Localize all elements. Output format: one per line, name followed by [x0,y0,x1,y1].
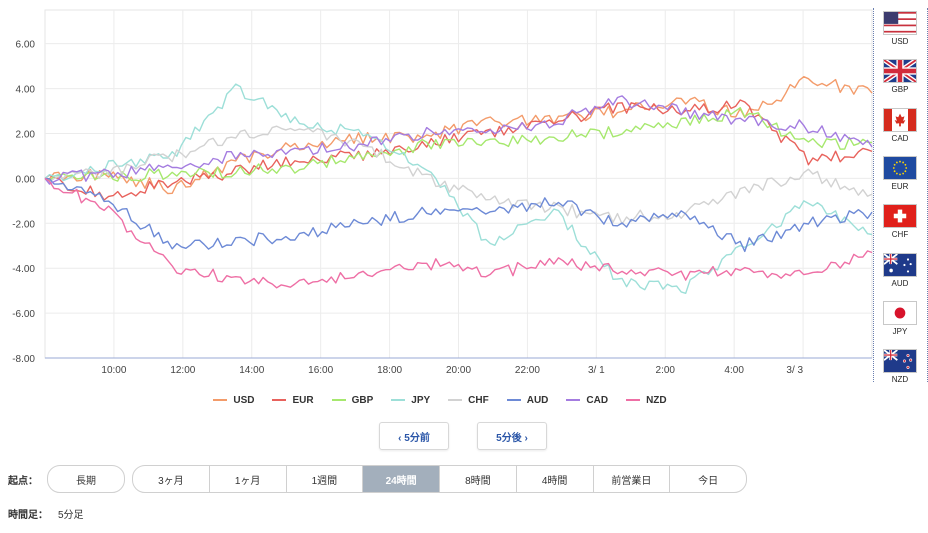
flag-code-label: JPY [892,326,908,336]
x-tick-label: 20:00 [446,365,471,376]
next-5min-button[interactable]: 5分後 › [477,422,547,450]
legend-swatch [272,399,287,401]
y-tick-label: 4.00 [16,85,36,96]
chart-legend: USD EUR GBP JPY CHF AUD CAD NZD [0,392,880,408]
legend-swatch [391,399,406,401]
legend-item-jpy[interactable]: JPY [391,392,430,408]
legend-label: USD [233,394,255,406]
flag-item-gbp[interactable]: GBP [881,59,919,94]
legend-label: AUD [526,394,549,406]
y-tick-label: 6.00 [16,40,36,51]
currency-flag-panel: USD GBP CAD EUR CHF AUD JPY NZD [873,8,928,384]
x-tick-label: 16:00 [308,365,333,376]
flag-item-nzd[interactable]: NZD [881,349,919,384]
x-tick-label: 10:00 [101,365,126,376]
y-tick-label: -8.00 [12,354,35,365]
australia-flag-icon [881,252,919,277]
legend-item-usd[interactable]: USD [213,392,254,408]
x-tick-label: 14:00 [239,365,264,376]
legend-swatch [213,399,228,401]
flag-item-usd[interactable]: USD [881,11,919,46]
flag-code-label: GBP [891,85,909,95]
legend-swatch [448,399,463,401]
legend-item-aud[interactable]: AUD [506,392,549,408]
x-tick-label: 2:00 [656,365,676,376]
y-tick-label: 0.00 [16,174,36,185]
period-option[interactable]: 1週間 [285,466,363,492]
eu-flag-icon [881,155,919,180]
flag-item-chf[interactable]: CHF [881,204,919,239]
legend-label: GBP [351,394,374,406]
legend-label: CHF [468,394,489,406]
interval-value: 5分足 [58,510,84,521]
legend-label: NZD [646,394,667,406]
currency-strength-chart: 6.00 4.00 2.00 0.00 -2.00 -4.00 -6.00 -8.00 10:0… [12,9,873,376]
flag-code-label: USD [891,37,909,46]
flag-code-label: CAD [891,133,909,143]
flag-code-label: NZD [891,375,909,385]
period-option[interactable]: 3ヶ月 [133,466,209,492]
legend-item-cad[interactable]: CAD [566,392,608,408]
legend-label: CAD [586,394,609,406]
y-tick-label: -2.00 [12,219,35,230]
period-option[interactable]: 今日 [669,466,746,492]
period-option[interactable]: 4時間 [515,466,593,492]
legend-swatch [331,399,346,401]
start-point-label: 起点： [8,476,38,487]
legend-label: EUR [292,394,314,406]
new-zealand-flag-icon [881,349,919,374]
legend-item-gbp[interactable]: GBP [331,392,374,408]
x-tick-label: 12:00 [170,365,195,376]
period-long-term-button[interactable]: 長期 [47,465,125,493]
legend-swatch [626,399,641,401]
canada-flag-icon [881,107,919,132]
period-selector: 3ヶ月 1ヶ月 1週間 24時間 8時間 4時間 前営業日 今日 [132,465,747,493]
x-tick-label: 18:00 [377,365,402,376]
flag-item-cad[interactable]: CAD [881,107,919,143]
legend-item-nzd[interactable]: NZD [626,392,667,408]
legend-swatch [506,399,521,401]
flag-item-aud[interactable]: AUD [881,252,919,288]
period-option[interactable]: 8時間 [439,466,516,492]
legend-swatch [566,399,581,401]
y-tick-label: -6.00 [12,309,35,320]
us-flag-icon [881,11,919,35]
y-tick-label: 2.00 [16,129,36,140]
flag-code-label: AUD [891,278,909,288]
x-tick-label: 22:00 [515,365,540,376]
x-tick-label: 3/ 3 [786,365,803,376]
swiss-flag-icon [881,204,919,229]
uk-flag-icon [881,59,919,84]
y-tick-label: -4.00 [12,264,35,275]
interval-label: 時間足： [8,510,48,521]
x-tick-label: 4:00 [724,365,744,376]
flag-item-eur[interactable]: EUR [881,155,919,191]
period-option[interactable]: 前営業日 [592,466,670,492]
period-option[interactable]: 24時間 [362,466,439,492]
legend-label: JPY [411,394,431,406]
flag-code-label: EUR [891,181,909,191]
flag-item-jpy[interactable]: JPY [881,300,919,336]
prev-5min-button[interactable]: ‹ 5分前 [379,422,449,450]
legend-item-eur[interactable]: EUR [272,392,314,408]
legend-item-chf[interactable]: CHF [448,392,489,408]
period-option[interactable]: 1ヶ月 [208,466,286,492]
x-tick-label: 3/ 1 [588,365,605,376]
flag-code-label: CHF [891,230,909,240]
japan-flag-icon [881,300,919,325]
